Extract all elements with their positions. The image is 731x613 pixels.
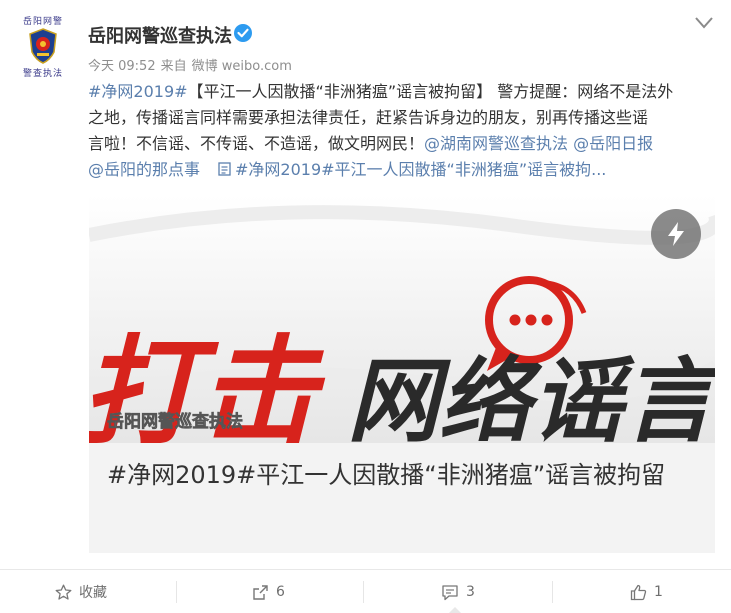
active-indicator	[449, 607, 461, 613]
comment-count: 3	[466, 584, 475, 600]
card-image[interactable]: 打击 网络谣言 岳阳网警巡查执法	[89, 195, 715, 443]
post-line-2: 之地，传播谣言同样需要承担法律责任，赶紧告诉身边的朋友，别再传播这些谣	[88, 108, 649, 127]
favorite-label: 收藏	[79, 585, 107, 601]
avatar[interactable]: 岳阳网警 警查执法	[18, 14, 68, 79]
thumbs-up-icon	[630, 584, 647, 600]
post-line-3: 言啦！不信谣、不传谣、不造谣，做文明网民！	[88, 134, 425, 153]
post-from-label: 来自	[160, 59, 187, 74]
post-meta: 今天 09:52 来自 微博 weibo.com	[88, 55, 297, 74]
share-icon	[253, 584, 268, 600]
card-title[interactable]: #净网2019#平江一人因散播“非洲猪瘟”谣言被拘留	[107, 457, 697, 493]
forward-button[interactable]: 6	[252, 582, 285, 602]
star-icon	[55, 584, 72, 600]
article-card[interactable]: 打击 网络谣言 岳阳网警巡查执法 #净网2019#平江一人因散播“非洲猪瘟”谣言…	[89, 195, 715, 553]
article-link[interactable]: #净网2019#平江一人因散播“非洲猪瘟”谣言被拘...	[235, 160, 606, 179]
action-bar: 收藏 6 3 1	[0, 570, 731, 613]
like-count: 1	[654, 584, 663, 600]
username[interactable]: 岳阳网警巡查执法	[88, 22, 232, 48]
comment-icon	[442, 584, 458, 600]
favorite-button[interactable]: 收藏	[55, 582, 107, 602]
avatar-top-text: 岳阳网警	[22, 17, 63, 27]
action-separator	[176, 581, 177, 603]
forward-count: 6	[276, 584, 285, 600]
comment-button[interactable]: 3	[441, 582, 475, 602]
mention-yueyang-news[interactable]: @岳阳的那点事	[88, 160, 200, 179]
post-source[interactable]: 微博 weibo.com	[192, 59, 292, 74]
lightning-icon	[668, 222, 684, 246]
post-time[interactable]: 今天 09:52	[88, 59, 156, 74]
article-icon	[218, 162, 231, 176]
rumor-banner-image: 打击 网络谣言 岳阳网警巡查执法	[89, 195, 715, 443]
action-separator	[552, 581, 553, 603]
banner-dark-text: 网络谣言	[347, 348, 715, 443]
banner-watermark: 岳阳网警巡查执法	[107, 411, 243, 432]
avatar-bottom-text: 警查执法	[22, 69, 63, 79]
mention-yueyang-daily[interactable]: @岳阳日报	[573, 134, 653, 153]
post-text: #净网2019#【平江一人因散播“非洲猪瘟”谣言被拘留】 警方提醒：网络不是法外…	[88, 79, 715, 183]
action-separator	[363, 581, 364, 603]
chevron-down-icon[interactable]	[694, 16, 714, 30]
post-line-1: 【平江一人因散播“非洲猪瘟”谣言被拘留】 警方提醒：网络不是法外	[187, 82, 674, 101]
verified-icon	[234, 24, 252, 42]
mention-hunan-police[interactable]: @湖南网警巡查执法	[424, 134, 568, 153]
topic-link[interactable]: #净网2019#	[88, 82, 188, 101]
like-button[interactable]: 1	[630, 582, 663, 602]
flash-button[interactable]	[651, 209, 701, 259]
police-emblem-icon	[29, 28, 57, 64]
